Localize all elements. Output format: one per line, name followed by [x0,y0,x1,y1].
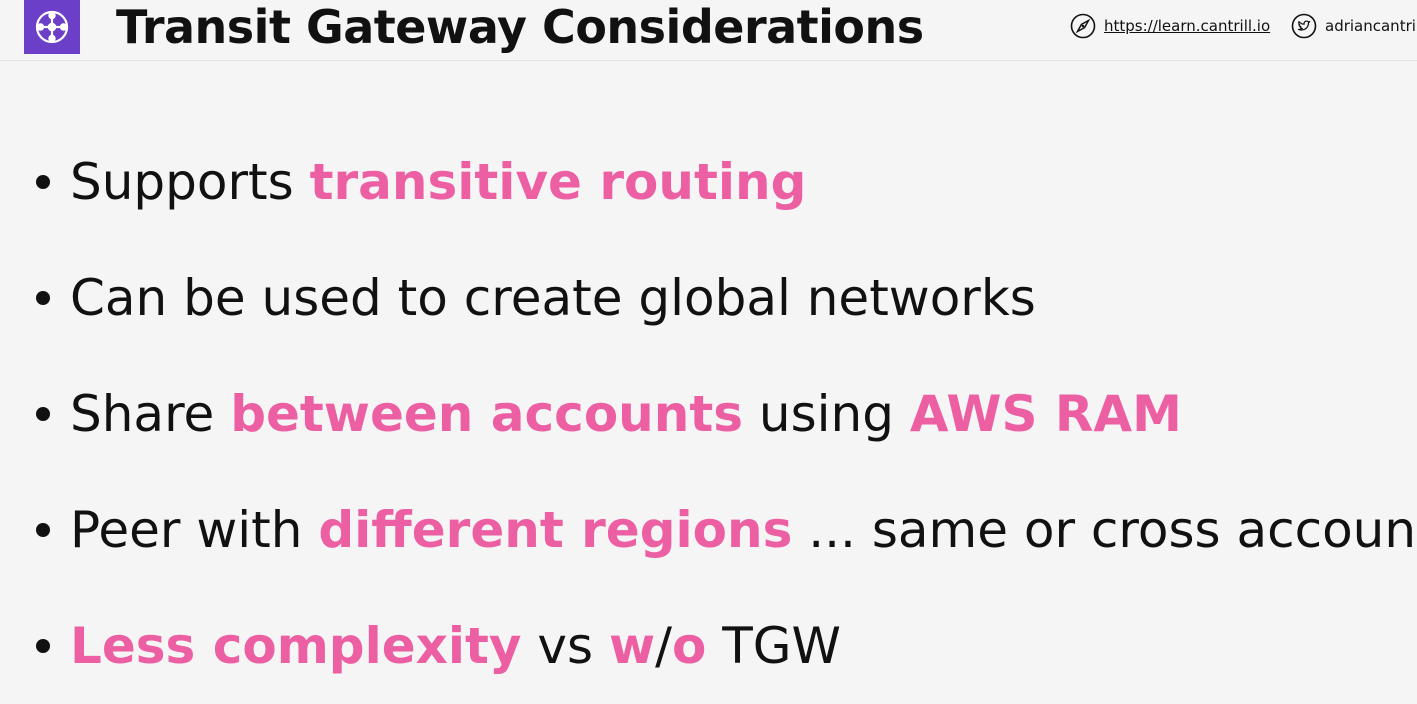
bullet-text: Can be used to create global networks [70,269,1036,327]
bullet-dot [36,291,50,305]
bullet-highlight: Less complexity [70,617,522,675]
bullet-item: Peer with different regions ... same or … [36,472,1417,588]
bullet-text: Peer with different regions ... same or … [70,501,1417,559]
bullet-dot [36,407,50,421]
bullet-item: Can be used to create global networks [36,240,1417,356]
bullet-segment: TGW [706,617,841,675]
bullet-highlight: o [672,617,707,675]
bullet-dot [36,175,50,189]
bullet-highlight: between accounts [230,385,744,443]
twitter-handle[interactable]: adriancantril [1325,17,1417,35]
site-link[interactable]: https://learn.cantrill.io [1070,11,1270,41]
bullet-dot [36,639,50,653]
bullet-segment: Can be used to create global networks [70,269,1036,327]
page-title: Transit Gateway Considerations [116,0,924,54]
bullet-highlight: transitive routing [309,153,807,211]
transit-gateway-icon [24,0,80,54]
bullet-highlight: different regions [318,501,793,559]
site-url[interactable]: https://learn.cantrill.io [1104,17,1270,35]
bullet-item: Share between accounts using AWS RAM [36,356,1417,472]
bullet-segment: vs [521,617,609,675]
bullet-item: Supports transitive routing [36,124,1417,240]
bullet-dot [36,523,50,537]
bullet-item: Less complexity vs w/o TGW [36,588,1417,704]
bullet-segment: / [655,617,673,675]
bullet-segment: using [743,385,910,443]
compass-icon [1070,13,1096,39]
bullet-segment: Share [70,385,231,443]
bullet-segment: Peer with [70,501,319,559]
bullet-text: Supports transitive routing [70,153,806,211]
bullet-highlight: AWS RAM [909,385,1182,443]
bullet-highlight: w [608,617,656,675]
slide-header: Transit Gateway Considerations https://l… [0,0,1417,61]
bullet-text: Share between accounts using AWS RAM [70,385,1182,443]
bullet-segment: ... same or cross account [792,501,1417,559]
twitter-link[interactable]: adriancantril [1291,11,1417,41]
bullet-segment: Supports [70,153,310,211]
bullet-list: Supports transitive routing Can be used … [36,124,1417,704]
bullet-text: Less complexity vs w/o TGW [70,617,841,675]
twitter-icon [1291,13,1317,39]
